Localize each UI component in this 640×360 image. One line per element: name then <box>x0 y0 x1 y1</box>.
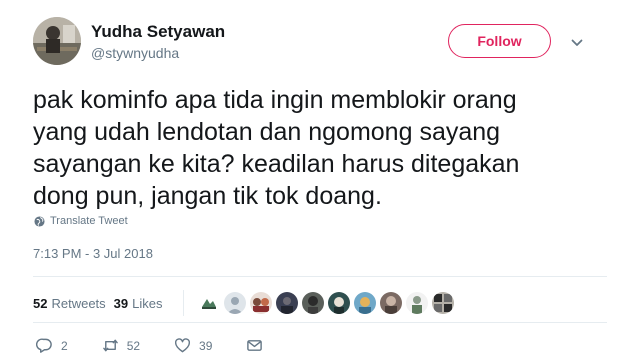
liker-avatar[interactable] <box>275 292 298 314</box>
divider <box>33 276 607 277</box>
liker-avatar[interactable] <box>301 292 324 314</box>
tweet-actions: 2 52 39 <box>36 337 297 354</box>
liker-avatar[interactable] <box>327 292 350 314</box>
liker-avatar[interactable] <box>197 292 220 314</box>
avatar[interactable] <box>33 17 81 65</box>
follow-button[interactable]: Follow <box>448 24 551 58</box>
divider <box>33 322 607 323</box>
reply-button[interactable]: 2 <box>36 337 68 354</box>
liker-avatars <box>197 292 458 314</box>
liker-avatar[interactable] <box>249 292 272 314</box>
tweet-text-line: yang udah lendotan dan ngomong sayang <box>33 118 501 146</box>
retweets-label: Retweets <box>51 295 106 311</box>
liker-avatar[interactable] <box>353 292 376 314</box>
avatar-photo <box>33 17 81 65</box>
stats-separator <box>182 290 184 316</box>
retweets-count: 52 <box>33 295 48 311</box>
retweet-button[interactable]: 52 <box>102 337 140 354</box>
tweet-text-line: dong pun, jangan tik tok doang. <box>33 182 382 210</box>
retweet-icon <box>102 339 118 352</box>
chevron-down-icon[interactable] <box>571 38 583 48</box>
tweet-text-line: pak kominfo apa tida ingin memblokir ora… <box>33 86 517 114</box>
retweet-count: 52 <box>126 338 141 353</box>
tweet-stats: 52 Retweets 39 Likes <box>33 290 458 316</box>
likes-count: 39 <box>113 295 129 311</box>
liker-avatar[interactable] <box>431 292 454 314</box>
display-name[interactable]: Yudha Setyawan <box>91 22 225 42</box>
liker-avatar[interactable] <box>405 292 428 314</box>
tweet-card: Yudha Setyawan @stywnyudha Follow pak ko… <box>0 0 640 360</box>
tweet-text-line: sayangan ke kita? keadilan harus ditegak… <box>33 150 520 178</box>
retweets-stat[interactable]: 52 Retweets <box>33 296 106 311</box>
translate-label: Translate Tweet <box>50 215 128 227</box>
timestamp[interactable]: 7:13 PM - 3 Jul 2018 <box>33 246 153 261</box>
liker-avatar[interactable] <box>223 292 246 314</box>
like-count: 39 <box>199 338 213 353</box>
translate-tweet-link[interactable]: Translate Tweet <box>34 215 128 227</box>
like-button[interactable]: 39 <box>174 337 212 354</box>
username[interactable]: @stywnyudha <box>91 45 179 61</box>
heart-icon <box>175 338 191 353</box>
reply-icon <box>36 338 52 353</box>
envelope-icon <box>247 340 263 351</box>
likes-stat[interactable]: 39 Likes <box>114 296 163 311</box>
likes-label: Likes <box>132 295 163 311</box>
tweet-text: pak kominfo apa tida ingin memblokir ora… <box>33 84 603 212</box>
direct-message-button[interactable] <box>246 337 263 354</box>
globe-icon <box>34 215 45 227</box>
reply-count: 2 <box>61 338 68 353</box>
liker-avatar[interactable] <box>379 292 402 314</box>
